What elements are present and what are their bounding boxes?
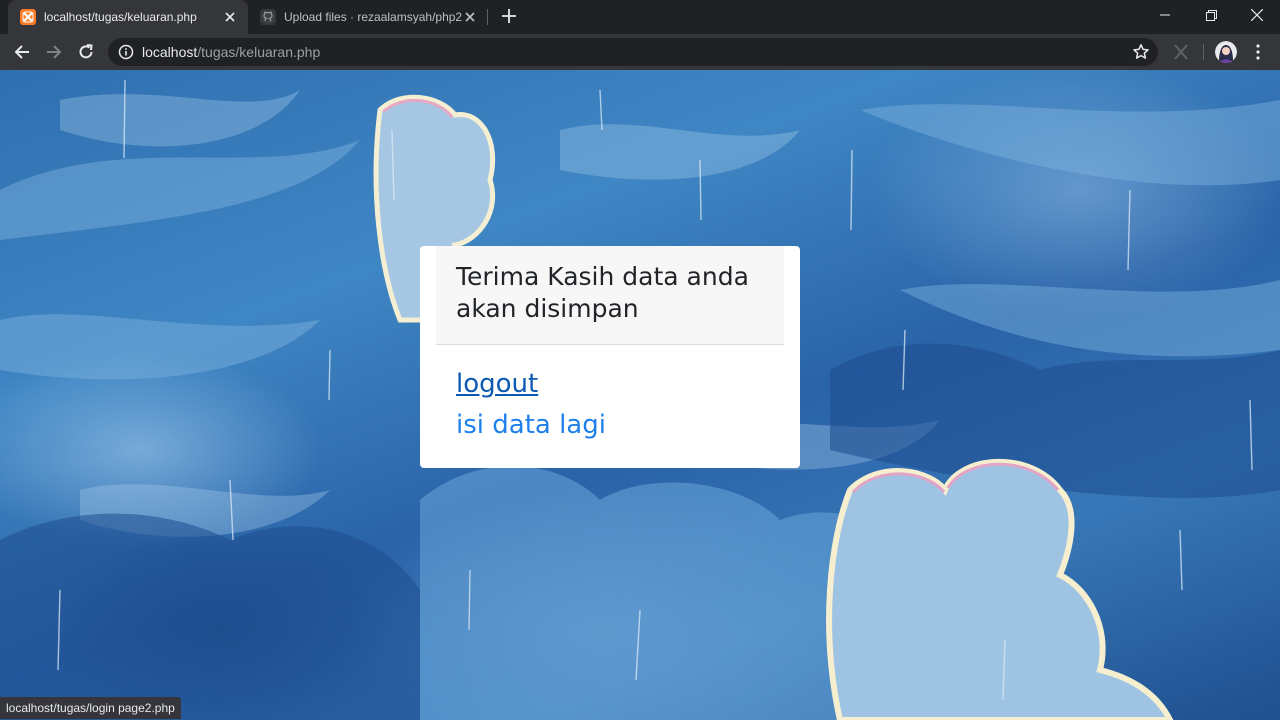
- new-tab-button[interactable]: [498, 6, 520, 28]
- toolbar-divider: [1203, 44, 1204, 60]
- close-window-button[interactable]: [1234, 0, 1280, 30]
- browser-toolbar: localhost/tugas/keluaran.php: [0, 34, 1280, 70]
- tab-keluaran[interactable]: localhost/tugas/keluaran.php: [8, 0, 248, 34]
- close-tab-icon[interactable]: [462, 9, 478, 25]
- more-vertical-icon: [1256, 44, 1260, 60]
- tab-strip: localhost/tugas/keluaran.php Upload file…: [0, 0, 1280, 34]
- url-host: localhost: [142, 44, 198, 60]
- arrow-left-icon: [14, 45, 29, 59]
- url-text: localhost/tugas/keluaran.php: [142, 44, 320, 60]
- card-header: Terima Kasih data anda akan disimpan: [436, 246, 784, 345]
- card-body: logout isi data lagi: [456, 364, 606, 446]
- back-button[interactable]: [8, 38, 36, 66]
- restore-icon: [1205, 9, 1217, 21]
- confirmation-card: Terima Kasih data anda akan disimpan log…: [420, 246, 800, 468]
- restore-button[interactable]: [1188, 0, 1234, 30]
- xampp-icon: [20, 9, 36, 25]
- forward-button[interactable]: [40, 38, 68, 66]
- reload-icon: [79, 44, 93, 59]
- card-title: Terima Kasih data anda akan disimpan: [456, 261, 764, 325]
- minimize-icon: [1160, 14, 1170, 16]
- arrow-right-icon: [47, 45, 62, 59]
- page-viewport: Terima Kasih data anda akan disimpan log…: [0, 70, 1280, 720]
- tab-title: localhost/tugas/keluaran.php: [44, 10, 197, 24]
- reload-button[interactable]: [72, 38, 100, 66]
- close-tab-icon[interactable]: [222, 9, 238, 25]
- url-path: /tugas/keluaran.php: [197, 44, 321, 60]
- bookmark-star-icon[interactable]: [1132, 43, 1150, 61]
- browser-menu-button[interactable]: [1248, 38, 1268, 66]
- minimize-button[interactable]: [1142, 0, 1188, 30]
- tab-github-upload[interactable]: Upload files · rezaalamsyah/php2: [248, 0, 488, 34]
- card-title-line-1: Terima Kasih data anda: [456, 262, 749, 291]
- plus-icon: [502, 9, 516, 23]
- extension-icon[interactable]: [1170, 38, 1192, 66]
- card-title-line-2: akan disimpan: [456, 294, 639, 323]
- tab-divider: [487, 9, 488, 25]
- link-status-bubble: localhost/tugas/login page2.php: [0, 697, 181, 719]
- logout-link[interactable]: logout: [456, 364, 606, 405]
- close-icon: [1251, 9, 1263, 21]
- address-bar[interactable]: localhost/tugas/keluaran.php: [108, 38, 1158, 66]
- github-icon: [260, 9, 276, 25]
- tab-title: Upload files · rezaalamsyah/php2: [284, 10, 462, 24]
- profile-avatar[interactable]: [1215, 41, 1237, 63]
- refill-data-link[interactable]: isi data lagi: [456, 405, 606, 446]
- info-icon[interactable]: [118, 44, 134, 60]
